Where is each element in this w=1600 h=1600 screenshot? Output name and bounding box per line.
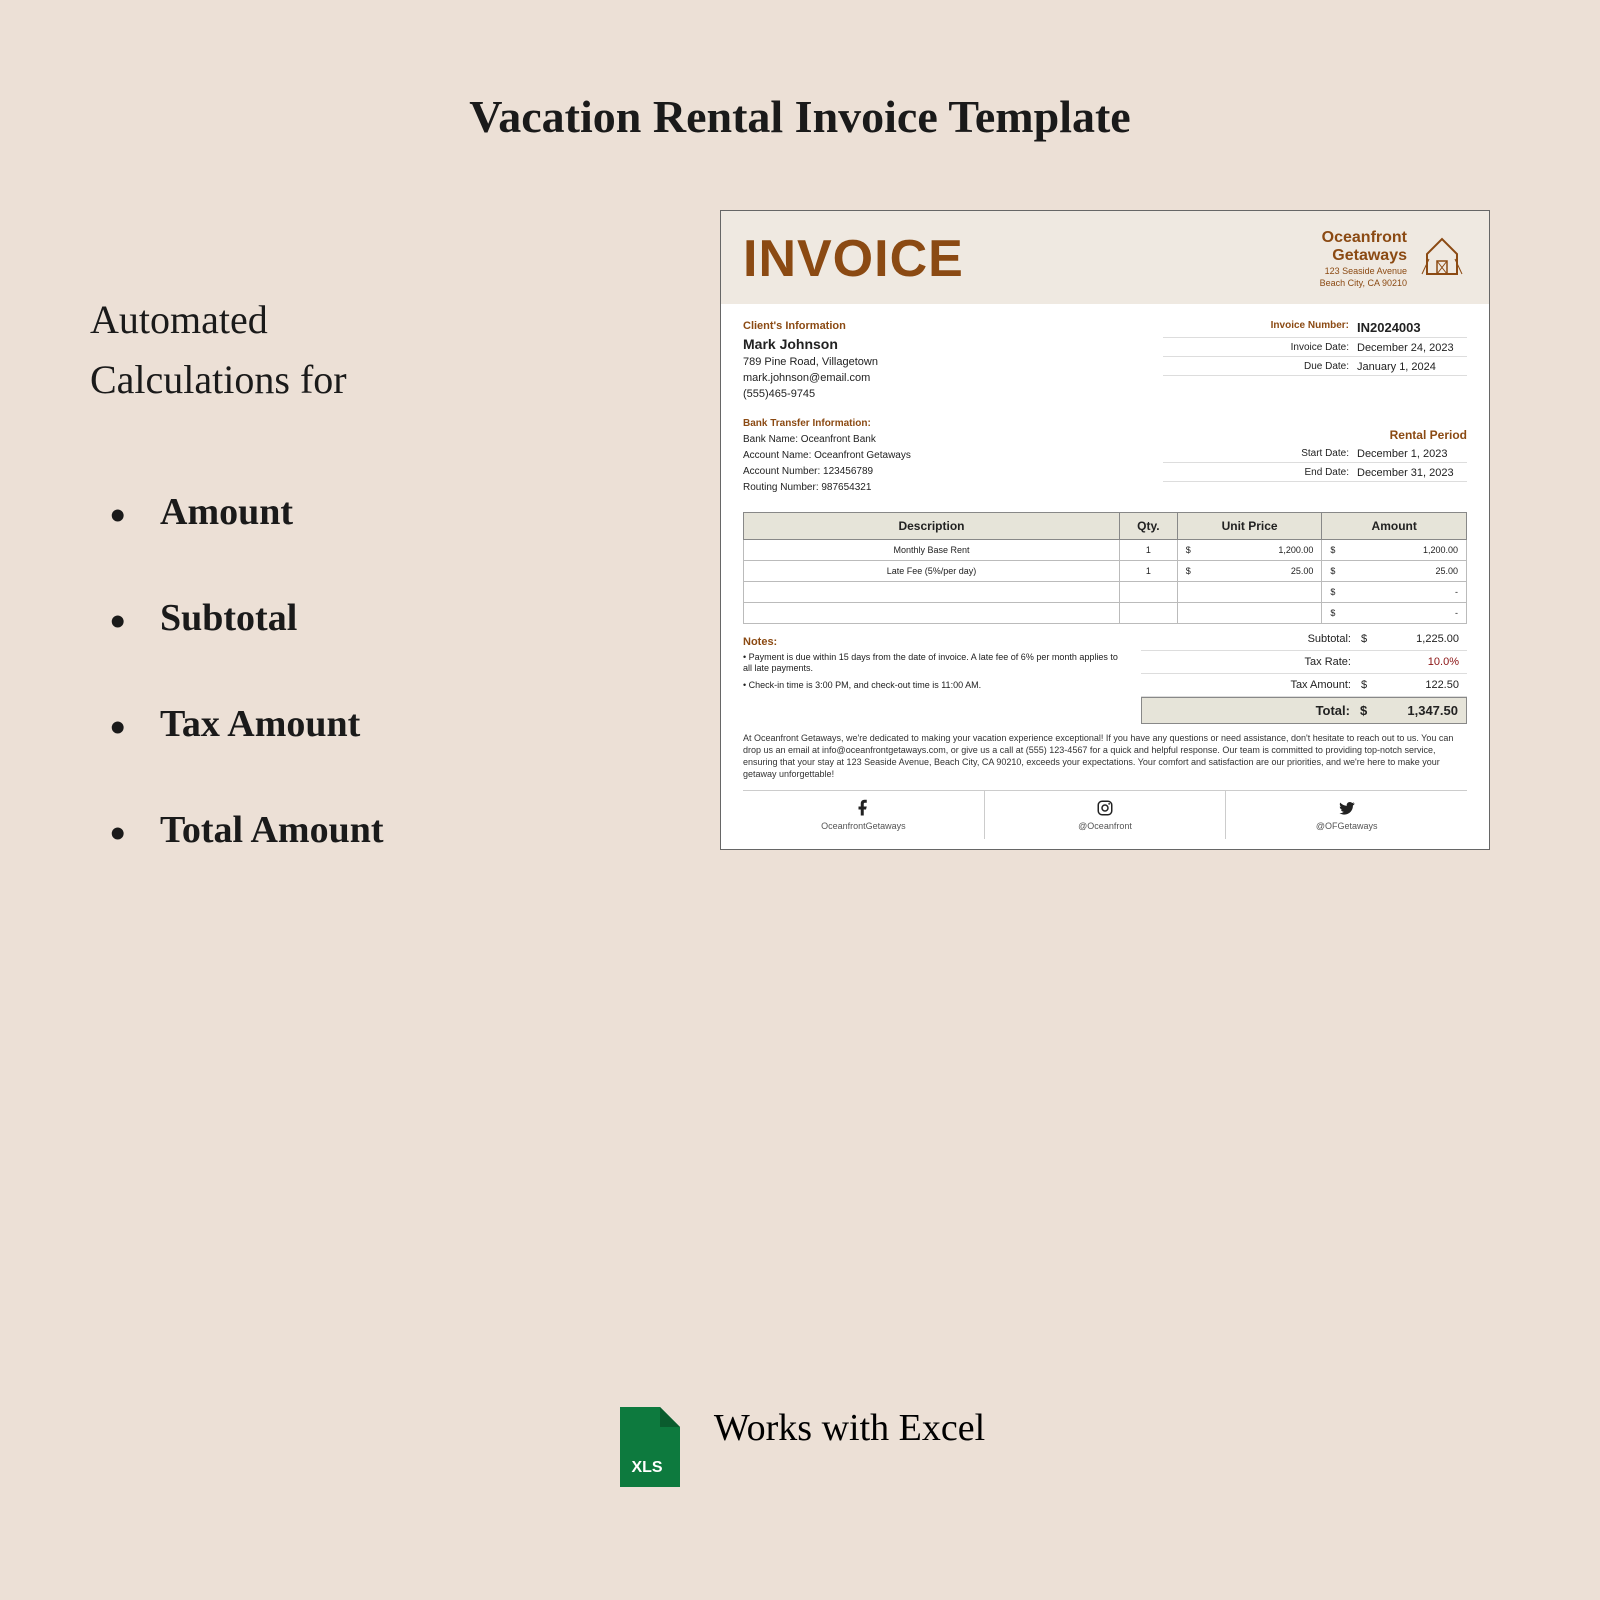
bullet-item: Tax Amount [110,702,570,746]
footer-blurb: At Oceanfront Getaways, we're dedicated … [743,724,1467,785]
subtitle: Automated Calculations for [90,290,570,410]
invoice-meta: Invoice Number: IN2024003 Invoice Date: … [1163,320,1467,404]
account-number: Account Number: 123456789 [743,466,1141,477]
page-title: Vacation Rental Invoice Template [0,0,1600,143]
client-phone: (555)465-9745 [743,388,1141,400]
social-twitter: @OFGetaways [1226,791,1467,839]
subtitle-line1: Automated [90,297,268,342]
bank-section-heading: Bank Transfer Information: [743,418,1141,429]
item-amount: 25.00 [1435,566,1458,576]
facebook-icon [854,799,872,817]
invoice-heading: INVOICE [743,229,964,289]
twitter-icon [1338,799,1356,817]
invoice-number: IN2024003 [1357,320,1467,335]
item-price: 25.00 [1291,566,1314,576]
note-line: • Payment is due within 15 days from the… [743,652,1126,675]
table-row: Late Fee (5%/per day) 1 $25.00 $25.00 [744,560,1467,581]
currency: $ [1360,703,1378,718]
empty-amount: - [1455,608,1458,618]
currency: $ [1186,566,1191,576]
routing-number: Routing Number: 987654321 [743,482,1141,493]
currency: $ [1361,633,1379,645]
note-line: • Check-in time is 3:00 PM, and check-ou… [743,680,1126,692]
invoice-header: INVOICE Oceanfront Getaways 123 Seaside … [721,211,1489,304]
bullet-item: Amount [110,490,570,534]
client-address: 789 Pine Road, Villagetown [743,356,1141,368]
subtitle-line2: Calculations for [90,357,347,402]
start-date: December 1, 2023 [1357,448,1467,460]
client-info: Client's Information Mark Johnson 789 Pi… [743,320,1141,404]
totals-block: Subtotal: $ 1,225.00 Tax Rate: 10.0% Tax… [1141,628,1467,724]
subtotal-label: Subtotal: [1149,633,1361,645]
xls-file-icon: XLS [615,1407,680,1492]
svg-text:XLS: XLS [631,1459,662,1476]
bullet-item: Subtotal [110,596,570,640]
social-instagram: @Oceanfront [985,791,1227,839]
invoice-date-label: Invoice Date: [1163,342,1357,354]
total-value: 1,347.50 [1378,703,1458,718]
twitter-handle: @OFGetaways [1316,821,1378,831]
invoice-preview: INVOICE Oceanfront Getaways 123 Seaside … [720,210,1490,850]
taxrate-value: 10.0% [1379,656,1459,668]
col-amount: Amount [1322,512,1467,539]
col-unit-price: Unit Price [1177,512,1322,539]
notes-block: Notes: • Payment is due within 15 days f… [743,628,1141,724]
due-date-label: Due Date: [1163,361,1357,373]
bullet-list: Amount Subtotal Tax Amount Total Amount [90,490,570,852]
social-facebook: OceanfrontGetaways [743,791,985,839]
total-label: Total: [1150,703,1360,718]
instagram-icon [1096,799,1114,817]
item-desc: Late Fee (5%/per day) [744,560,1120,581]
invoice-date: December 24, 2023 [1357,342,1467,354]
currency: $ [1330,566,1335,576]
company-address: 123 Seaside Avenue Beach City, CA 90210 [1320,266,1407,289]
currency: $ [1330,587,1335,597]
item-amount: 1,200.00 [1423,545,1458,555]
client-section-heading: Client's Information [743,320,1141,332]
currency: $ [1361,679,1379,691]
item-desc: Monthly Base Rent [744,539,1120,560]
start-date-label: Start Date: [1163,448,1357,460]
table-row: Monthly Base Rent 1 $1,200.00 $1,200.00 [744,539,1467,560]
feature-column: Automated Calculations for Amount Subtot… [90,290,570,914]
table-row: $- [744,602,1467,623]
currency: $ [1186,545,1191,555]
currency: $ [1330,608,1335,618]
invoice-number-label: Invoice Number: [1163,320,1357,335]
taxamount-label: Tax Amount: [1149,679,1361,691]
rental-section-heading: Rental Period [1163,428,1467,442]
col-qty: Qty. [1119,512,1177,539]
notes-heading: Notes: [743,636,1126,648]
empty-amount: - [1455,587,1458,597]
subtotal-value: 1,225.00 [1379,633,1459,645]
account-name: Account Name: Oceanfront Getaways [743,450,1141,461]
barn-logo-icon [1417,229,1467,279]
client-email: mark.johnson@email.com [743,372,1141,384]
item-price: 1,200.00 [1278,545,1313,555]
end-date-label: End Date: [1163,467,1357,479]
table-row: $- [744,581,1467,602]
bank-info: Bank Transfer Information: Bank Name: Oc… [743,418,1141,498]
bank-name: Bank Name: Oceanfront Bank [743,434,1141,445]
currency: $ [1330,545,1335,555]
taxamount-value: 122.50 [1379,679,1459,691]
end-date: December 31, 2023 [1357,467,1467,479]
bullet-item: Total Amount [110,808,570,852]
item-qty: 1 [1119,539,1177,560]
col-description: Description [744,512,1120,539]
instagram-handle: @Oceanfront [1078,821,1132,831]
company-name: Oceanfront Getaways [1320,229,1407,264]
facebook-handle: OceanfrontGetaways [821,821,906,831]
social-row: OceanfrontGetaways @Oceanfront @OFGetawa… [743,790,1467,839]
taxrate-label: Tax Rate: [1149,656,1361,668]
rental-period: Rental Period Start Date: December 1, 20… [1163,418,1467,498]
footer-row: XLS Works with Excel [0,1395,1600,1480]
company-block: Oceanfront Getaways 123 Seaside Avenue B… [1320,229,1467,290]
client-name: Mark Johnson [743,336,1141,352]
footer-text: Works with Excel [714,1406,985,1450]
item-qty: 1 [1119,560,1177,581]
due-date: January 1, 2024 [1357,361,1467,373]
line-items-table: Description Qty. Unit Price Amount Month… [743,512,1467,624]
